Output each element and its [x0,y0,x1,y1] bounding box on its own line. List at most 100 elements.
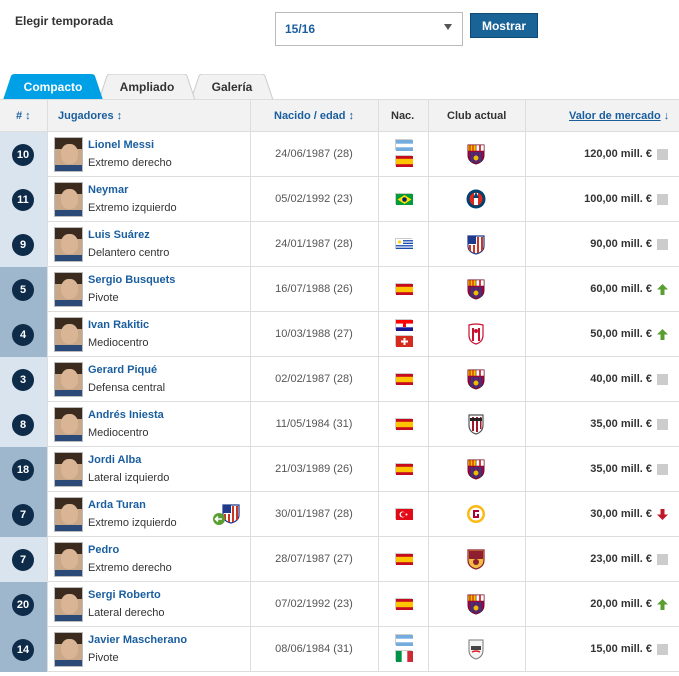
number-cell: 8 [0,402,47,447]
header-born[interactable]: Nacido / edad ↕ [274,100,354,132]
croatia-flag-icon [395,319,413,331]
number-cell: 10 [0,132,47,177]
shirt-number-badge: 11 [12,189,34,211]
italy-flag-icon [395,650,413,662]
table-row: 7 Pedro Extremo derecho 28/07/1987 (27) 23,0… [0,537,679,582]
trend-unchanged-icon [657,644,668,655]
tab-galeria[interactable]: Galería [195,74,269,100]
player-photo[interactable] [54,407,83,442]
column-divider [525,402,526,447]
column-divider [47,447,48,492]
sevilla-crest-icon[interactable] [466,323,486,345]
player-name-link[interactable]: Arda Turan [88,499,146,511]
vissel-crest-icon[interactable] [466,413,486,435]
player-photo[interactable] [54,497,83,532]
player-position: Pivote [88,292,119,304]
barcelona-crest-icon[interactable] [466,368,486,390]
column-divider [47,222,48,267]
galatasaray-crest-icon[interactable] [466,503,486,525]
atletico-crest-icon[interactable] [466,233,486,255]
player-photo[interactable] [54,227,83,262]
trend-unchanged-icon [657,149,668,160]
spain-flag-icon [395,155,413,167]
trend-unchanged-icon [657,554,668,565]
psg-crest-icon[interactable] [466,188,486,210]
player-photo[interactable] [54,137,83,172]
birth-date-age: 07/02/1992 (23) [275,598,353,610]
player-position: Lateral derecho [88,607,165,619]
market-value: 120,00 mill. € [584,148,652,160]
trend-up-icon [657,599,668,610]
roma-crest-icon[interactable] [466,548,486,570]
player-name-link[interactable]: Sergi Roberto [88,589,161,601]
player-name-link[interactable]: Andrés Iniesta [88,409,164,421]
player-photo[interactable] [54,182,83,217]
player-position: Defensa central [88,382,166,394]
brazil-flag-icon [395,193,413,205]
column-divider [525,132,526,177]
player-photo[interactable] [54,362,83,397]
barcelona-crest-icon[interactable] [466,593,486,615]
header-players[interactable]: Jugadores ↕ [58,100,122,132]
player-position: Mediocentro [88,337,149,349]
barcelona-crest-icon[interactable] [466,278,486,300]
shirt-number-badge: 4 [12,324,34,346]
column-divider [525,492,526,537]
header-club: Club actual [447,110,507,122]
player-name-link[interactable]: Ivan Rakitic [88,319,149,331]
spain-flag-icon [395,463,413,475]
market-value: 100,00 mill. € [584,193,652,205]
player-photo[interactable] [54,632,83,667]
player-position: Pivote [88,652,119,664]
barcelona-crest-icon[interactable] [466,143,486,165]
column-divider [378,492,379,537]
player-name-link[interactable]: Neymar [88,184,128,196]
player-photo[interactable] [54,317,83,352]
player-photo[interactable] [54,587,83,622]
player-photo[interactable] [54,542,83,577]
player-name-link[interactable]: Jordi Alba [88,454,141,466]
birth-date-age: 08/06/1984 (31) [275,643,353,655]
shirt-number-badge: 5 [12,279,34,301]
number-cell: 20 [0,582,47,627]
player-name-link[interactable]: Sergio Busquets [88,274,175,286]
player-name-link[interactable]: Lionel Messi [88,139,154,151]
table-row: 10 Lionel Messi Extremo derecho 24/06/1987 … [0,132,679,177]
player-name-link[interactable]: Pedro [88,544,119,556]
column-divider [47,492,48,537]
tab-compacto[interactable]: Compacto [7,74,99,100]
tab-ampliado[interactable]: Ampliado [103,74,191,100]
trend-unchanged-icon [657,419,668,430]
column-divider [428,402,429,447]
transfer-arrow-icon[interactable] [213,502,241,528]
header-num[interactable]: # ↕ [16,100,31,132]
player-photo[interactable] [54,452,83,487]
shirt-number-badge: 10 [12,144,34,166]
birth-date-age: 11/05/1984 (31) [275,418,353,430]
column-divider [47,312,48,357]
column-divider [525,447,526,492]
column-divider [525,357,526,402]
market-value: 50,00 mill. € [590,328,652,340]
column-divider [378,537,379,582]
header-value[interactable]: Valor de mercado ↓ [569,100,669,132]
shirt-number-badge: 9 [12,234,34,256]
player-name-link[interactable]: Luis Suárez [88,229,150,241]
estudiantes-crest-icon[interactable] [466,638,486,660]
spain-flag-icon [395,283,413,295]
number-cell: 4 [0,312,47,357]
show-button[interactable]: Mostrar [470,13,538,38]
barcelona-crest-icon[interactable] [466,458,486,480]
season-select[interactable]: 15/16 [275,12,463,46]
column-divider [428,177,429,222]
player-photo[interactable] [54,272,83,307]
number-cell: 18 [0,447,47,492]
table-row: 3 Gerard Piqué Defensa central 02/02/1987 (… [0,357,679,402]
spain-flag-icon [395,418,413,430]
player-name-link[interactable]: Javier Mascherano [88,634,187,646]
market-value: 20,00 mill. € [590,598,652,610]
birth-date-age: 28/07/1987 (27) [275,553,353,565]
player-name-link[interactable]: Gerard Piqué [88,364,157,376]
market-value: 15,00 mill. € [590,643,652,655]
table-row: 7 Arda Turan Extremo izquierdo 30/01/1987 (… [0,492,679,537]
